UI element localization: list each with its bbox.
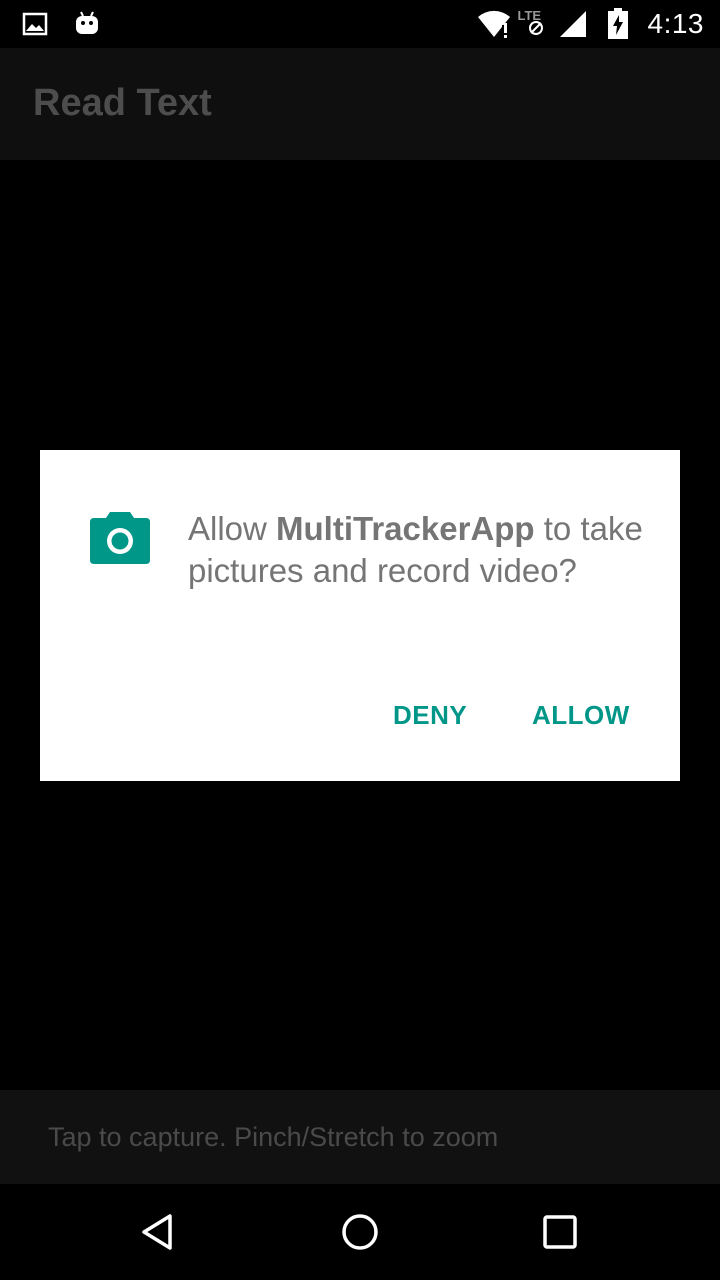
status-bar: LTE 4:13 — [0, 0, 720, 48]
data-disabled-icon — [528, 21, 543, 35]
wifi-icon — [477, 10, 510, 38]
notification-icons — [22, 10, 100, 38]
back-icon[interactable] — [140, 1212, 180, 1252]
app-name: MultiTrackerApp — [276, 510, 535, 547]
hint-text: Tap to capture. Pinch/Stretch to zoom — [48, 1122, 499, 1152]
message-prefix: Allow — [188, 510, 277, 547]
permission-dialog: Allow MultiTrackerApp to take pictures a… — [40, 450, 680, 781]
allow-button[interactable]: ALLOW — [532, 700, 630, 731]
battery-charging-icon — [607, 8, 628, 39]
signal-icon — [559, 11, 586, 37]
recents-icon[interactable] — [540, 1212, 580, 1252]
lte-icon: LTE — [518, 8, 558, 40]
image-notification-icon — [22, 12, 48, 36]
clock: 4:13 — [647, 8, 704, 39]
permission-message: Allow MultiTrackerApp to take pictures a… — [188, 508, 648, 592]
android-notification-icon — [76, 11, 98, 34]
system-icons: LTE 4:13 — [476, 8, 705, 40]
app-bar: Read Text — [0, 48, 720, 160]
home-icon[interactable] — [340, 1212, 380, 1252]
page-title: Read Text — [33, 82, 212, 124]
deny-button[interactable]: DENY — [393, 700, 467, 731]
camera-icon — [90, 512, 150, 564]
navigation-bar — [0, 1184, 720, 1280]
hint-bar: Tap to capture. Pinch/Stretch to zoom — [0, 1090, 720, 1184]
